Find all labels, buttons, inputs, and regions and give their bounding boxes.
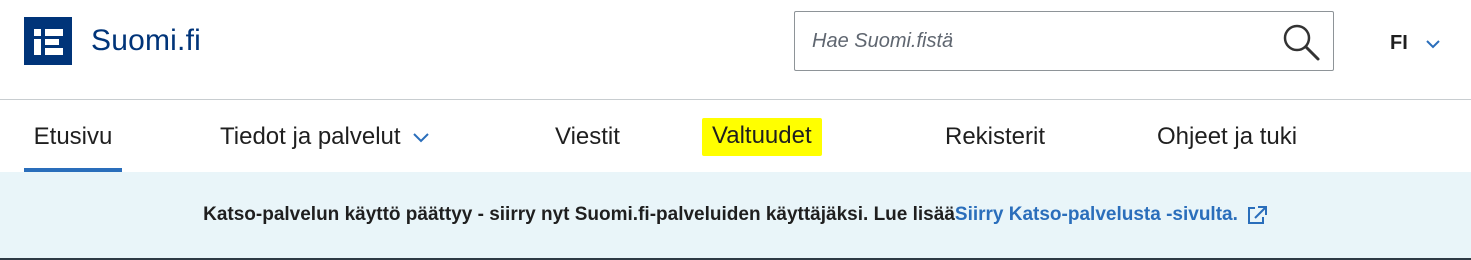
- main-navigation: Etusivu Tiedot ja palvelut Viestit Valtu…: [0, 101, 1471, 172]
- chevron-down-icon: [1426, 39, 1440, 48]
- suomi-fi-logo-icon: [24, 17, 72, 65]
- external-link-icon: [1247, 205, 1267, 224]
- notice-link-label: Siirry Katso-palvelusta -sivulta.: [954, 204, 1238, 225]
- notice-banner: Katso-palvelun käyttö päättyy - siirry n…: [0, 172, 1471, 258]
- suomi-fi-logo-link[interactable]: Suomi.fi: [24, 17, 201, 65]
- katso-info-link[interactable]: Siirry Katso-palvelusta -sivulta.: [955, 204, 1268, 226]
- search-box: [794, 11, 1334, 71]
- notice-content: Katso-palvelun käyttö päättyy - siirry n…: [203, 204, 1268, 226]
- search-input[interactable]: [795, 12, 1265, 70]
- nav-item-rekisterit[interactable]: Rekisterit: [945, 101, 1045, 172]
- nav-item-tiedot-ja-palvelut[interactable]: Tiedot ja palvelut: [220, 101, 429, 172]
- nav-item-label: Rekisterit: [945, 122, 1046, 150]
- notice-text: Katso-palvelun käyttö päättyy - siirry n…: [203, 204, 955, 225]
- nav-item-valtuudet[interactable]: Valtuudet: [702, 101, 822, 172]
- nav-item-label: Valtuudet: [702, 117, 822, 156]
- nav-item-label: Ohjeet ja tuki: [1157, 122, 1298, 150]
- nav-item-viestit[interactable]: Viestit: [555, 101, 620, 172]
- nav-item-label: Tiedot ja palvelut: [220, 122, 401, 150]
- brand-name: Suomi.fi: [91, 24, 201, 57]
- language-selector[interactable]: FI: [1390, 28, 1440, 58]
- site-header: Suomi.fi FI: [0, 0, 1471, 100]
- search-icon: [1283, 24, 1320, 61]
- nav-item-ohjeet-ja-tuki[interactable]: Ohjeet ja tuki: [1157, 101, 1297, 172]
- nav-item-label: Etusivu: [33, 122, 113, 150]
- chevron-down-icon: [412, 133, 429, 143]
- search-button[interactable]: [1281, 22, 1321, 62]
- language-label: FI: [1390, 31, 1408, 54]
- nav-item-etusivu[interactable]: Etusivu: [24, 101, 122, 172]
- nav-item-label: Viestit: [555, 122, 620, 150]
